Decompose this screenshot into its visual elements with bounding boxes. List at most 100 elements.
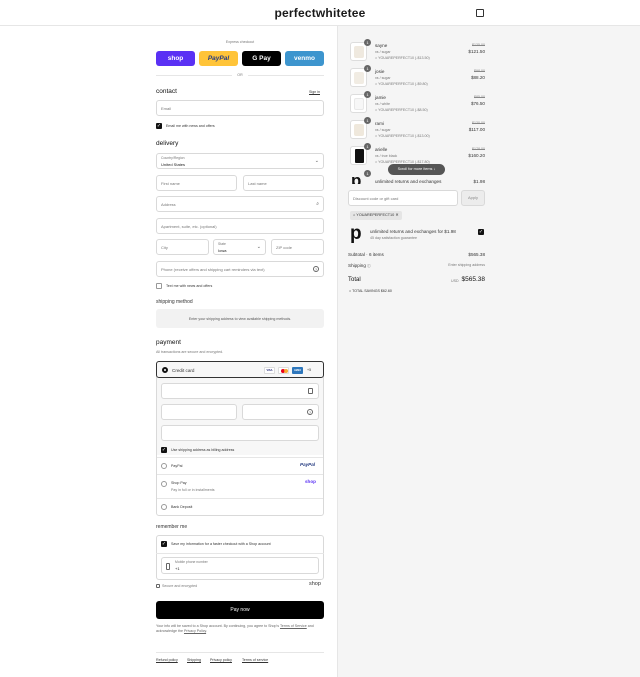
apply-discount-button[interactable]: Apply bbox=[461, 190, 485, 206]
shop-pay-radio[interactable] bbox=[161, 481, 167, 487]
credit-card-option[interactable]: Credit card VISA AMEX +5 bbox=[156, 361, 324, 378]
search-icon: ⌕ bbox=[316, 201, 319, 207]
divider bbox=[157, 457, 323, 458]
shipping-policy-link[interactable]: Shipping bbox=[187, 658, 201, 662]
item-compare-price: $98.00 bbox=[474, 69, 485, 73]
scroll-more-items-pill[interactable]: Scroll for more items ↓ bbox=[388, 164, 445, 175]
amex-icon: AMEX bbox=[292, 366, 303, 374]
mastercard-icon bbox=[278, 366, 289, 374]
item-price: $88.20 bbox=[470, 75, 485, 80]
help-icon[interactable]: ⓘ bbox=[367, 264, 371, 268]
state-select[interactable]: State Iowa ⌄ bbox=[213, 239, 266, 255]
applied-discount-tag: ⌂ YOUAREPERFECT10 ✕ bbox=[350, 211, 402, 220]
card-number-field[interactable] bbox=[161, 383, 319, 399]
venmo-button[interactable]: venmo bbox=[285, 51, 324, 66]
zip-field[interactable]: ZIP code bbox=[271, 239, 324, 255]
shop-pay-subtitle: Pay in full or in installments bbox=[171, 488, 215, 492]
save-info-checkbox[interactable]: ✓ bbox=[161, 541, 167, 547]
total-value: $565.38 bbox=[461, 276, 486, 283]
item-compare-price: $135.00 bbox=[472, 43, 485, 47]
bank-deposit-radio[interactable] bbox=[161, 504, 167, 510]
total-savings: ⌂ TOTAL SAVINGS $62.60 bbox=[349, 289, 392, 293]
item-price: $117.00 bbox=[468, 127, 485, 132]
security-code-field[interactable]: ? bbox=[242, 404, 319, 420]
privacy-policy-footer-link[interactable]: Privacy policy bbox=[210, 658, 232, 662]
item-variant: xs / sugar bbox=[375, 76, 391, 80]
help-icon[interactable]: ? bbox=[313, 266, 319, 272]
or-divider-label: OR bbox=[232, 72, 248, 77]
pay-now-button[interactable]: Pay now bbox=[156, 601, 324, 619]
chevron-down-icon: ⌄ bbox=[314, 158, 319, 164]
discount-code-field[interactable]: Discount code or gift card bbox=[348, 190, 458, 206]
expiration-date-field[interactable] bbox=[161, 404, 237, 420]
first-name-field[interactable]: First name bbox=[156, 175, 237, 191]
chevron-down-icon: ⌄ bbox=[256, 244, 261, 250]
shop-pay-logo: shop bbox=[305, 479, 316, 484]
item-price: $1.98 bbox=[473, 179, 486, 184]
text-opt-in-checkbox[interactable] bbox=[156, 283, 162, 289]
more-cards-badge: +5 bbox=[307, 368, 312, 372]
shopping-bag-icon[interactable] bbox=[476, 9, 484, 17]
help-icon[interactable]: ? bbox=[307, 409, 313, 415]
text-opt-in-label: Text me with news and offers bbox=[166, 284, 213, 288]
shipping-method-message: Enter your shipping address to view avai… bbox=[188, 316, 292, 321]
sign-in-link[interactable]: Sign in bbox=[309, 90, 320, 94]
name-on-card-field[interactable] bbox=[161, 425, 319, 441]
paypal-button[interactable]: PayPal bbox=[199, 51, 238, 66]
divider bbox=[157, 474, 323, 475]
phone-field[interactable]: Phone (receive offers and shipping cart … bbox=[156, 261, 324, 277]
legal-text: Your info will be saved to a Shop accoun… bbox=[156, 624, 314, 633]
upsell-subtitle: 45 day satisfaction guarantee bbox=[370, 236, 417, 240]
apartment-field[interactable]: Apartment, suite, etc. (optional) bbox=[156, 218, 324, 234]
item-variant: xs / true black bbox=[375, 154, 398, 158]
item-compare-price: $130.00 bbox=[472, 121, 485, 125]
credit-card-label: Credit card bbox=[172, 367, 195, 373]
item-variant: xs / sugar bbox=[375, 50, 391, 54]
refund-policy-link[interactable]: Refund policy bbox=[156, 658, 178, 662]
upsell-title: unlimited returns and exchanges for $1.9… bbox=[370, 229, 456, 234]
privacy-policy-link[interactable]: Privacy Policy bbox=[184, 629, 206, 633]
item-price: $76.50 bbox=[470, 101, 485, 106]
warranty-logo: p bbox=[350, 223, 362, 244]
paypal-option-label: PayPal bbox=[171, 464, 183, 468]
item-variant: xs / sugar bbox=[375, 128, 391, 132]
city-field[interactable]: City bbox=[156, 239, 209, 255]
quantity-badge: 1 bbox=[364, 117, 371, 124]
lock-icon bbox=[156, 584, 160, 588]
brand-logo[interactable]: perfectwhitetee bbox=[0, 6, 640, 20]
item-name: unlimited returns and exchanges bbox=[375, 179, 442, 184]
email-opt-in-checkbox[interactable]: ✓ bbox=[156, 123, 162, 129]
item-name: rami bbox=[375, 121, 384, 126]
terms-of-service-footer-link[interactable]: Terms of service bbox=[242, 658, 268, 662]
billing-same-checkbox[interactable]: ✓ bbox=[161, 447, 167, 453]
credit-card-radio[interactable] bbox=[162, 367, 168, 373]
payment-subtitle: All transactions are secure and encrypte… bbox=[156, 350, 224, 354]
total-label: Total bbox=[348, 277, 361, 283]
email-field[interactable]: Email bbox=[156, 100, 324, 116]
cart-item: 1 sayne xs / sugar ⌂ YOUAREPERFECT10 (-$… bbox=[348, 39, 485, 66]
item-compare-price: $178.00 bbox=[472, 147, 485, 151]
quantity-badge: 1 bbox=[364, 39, 371, 46]
subtotal-label: Subtotal · 6 items bbox=[348, 252, 384, 257]
quantity-badge: 1 bbox=[364, 143, 371, 150]
address-field[interactable]: Address ⌕ bbox=[156, 196, 324, 212]
item-variant: xs / white bbox=[375, 102, 390, 106]
country-select[interactable]: Country/Region United States ⌄ bbox=[156, 153, 324, 169]
terms-of-service-link[interactable]: Terms of Service bbox=[280, 624, 307, 628]
shop-logo: shop bbox=[309, 581, 321, 587]
shipping-method-heading: shipping method bbox=[156, 299, 193, 305]
remove-discount-icon[interactable]: ✕ bbox=[395, 213, 398, 217]
mobile-phone-field[interactable]: Mobile phone number +1 bbox=[161, 557, 319, 574]
item-discount: ⌂ YOUAREPERFECT10 (-$9.80) bbox=[375, 82, 428, 86]
item-name: sayne bbox=[375, 43, 388, 48]
shop-pay-button[interactable]: shop bbox=[156, 51, 195, 66]
last-name-field[interactable]: Last name bbox=[243, 175, 324, 191]
payment-heading: payment bbox=[156, 339, 181, 346]
item-price: $121.50 bbox=[468, 49, 485, 54]
remember-me-heading: remember me bbox=[156, 524, 188, 530]
upsell-checkbox[interactable]: ✓ bbox=[478, 229, 484, 235]
paypal-radio[interactable] bbox=[161, 463, 167, 469]
google-pay-button[interactable]: G Pay bbox=[242, 51, 281, 66]
item-name: arielle bbox=[375, 147, 388, 152]
item-price: $160.20 bbox=[468, 153, 485, 158]
